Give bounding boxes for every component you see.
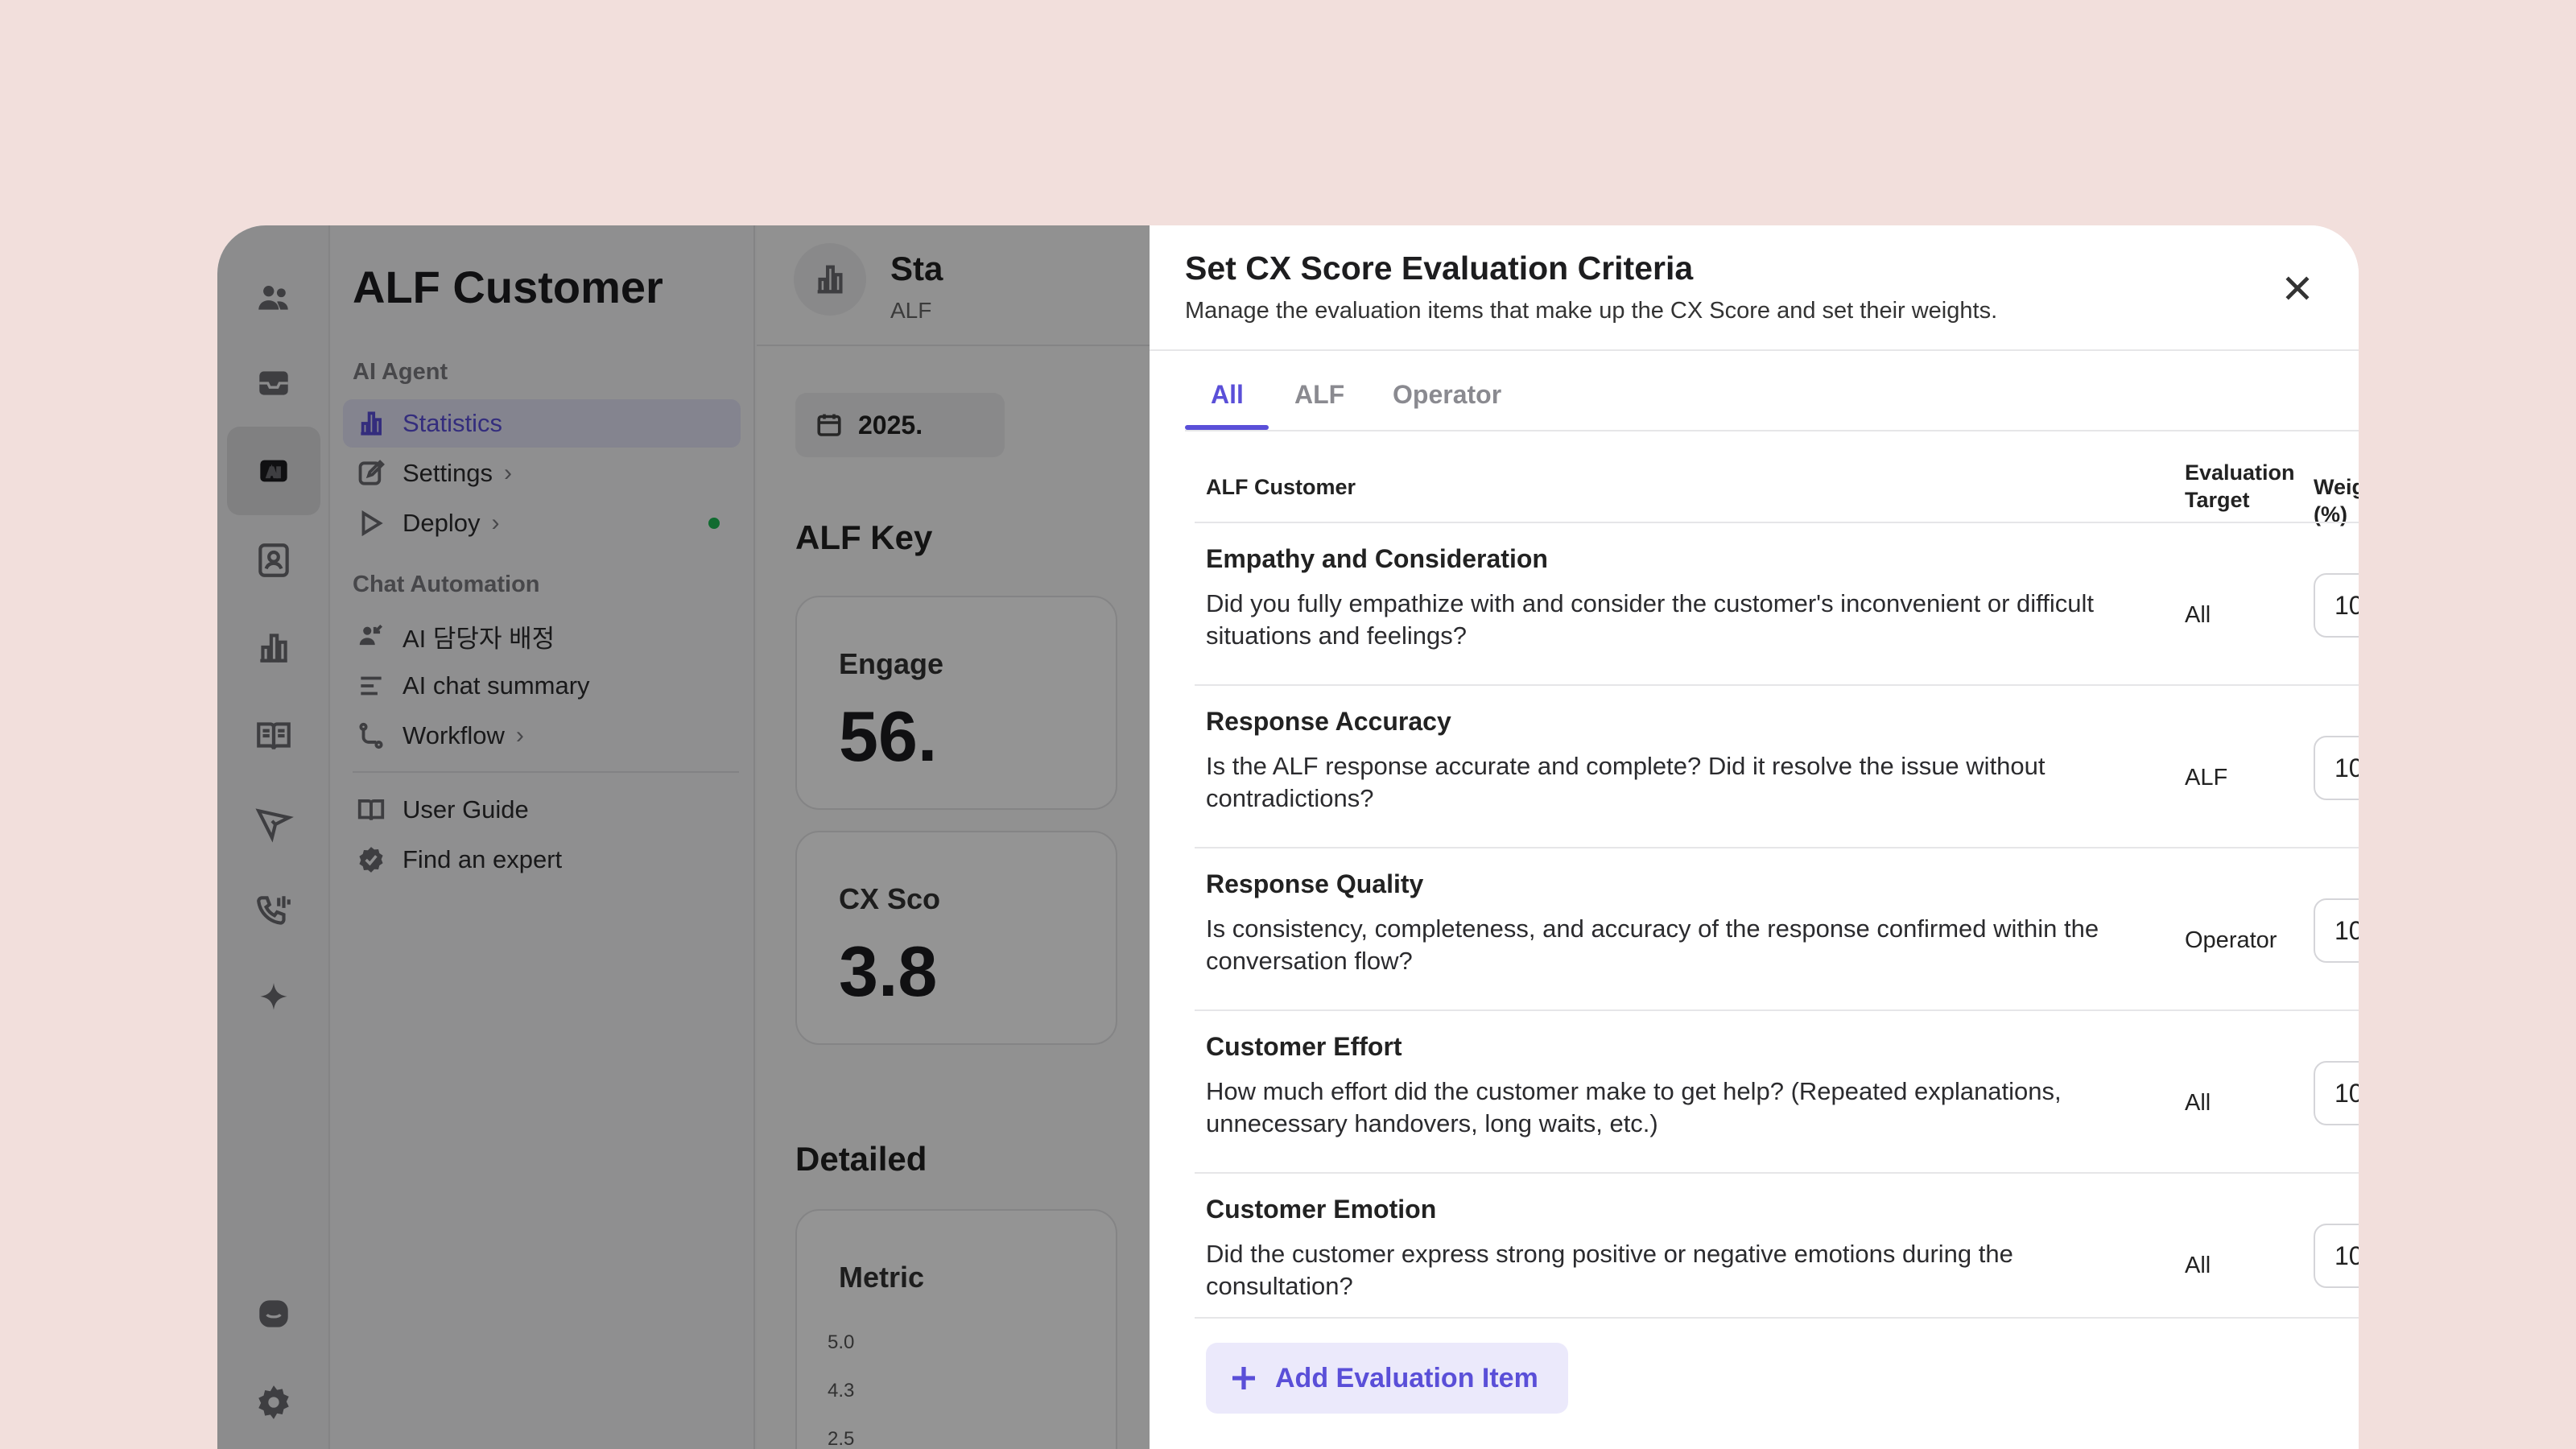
add-button-label: Add Evaluation Item <box>1275 1362 1538 1393</box>
criterion-target: All <box>2185 602 2211 628</box>
table-row: Response Quality Is consistency, complet… <box>1195 848 2359 1009</box>
criterion-description: Is the ALF response accurate and complet… <box>1206 752 2046 812</box>
criterion-description: How much effort did the customer make to… <box>1206 1077 2062 1137</box>
weight-input[interactable] <box>2314 1224 2359 1288</box>
panel-title: Set CX Score Evaluation Criteria <box>1185 250 1694 287</box>
weight-input[interactable] <box>2314 736 2359 800</box>
column-header-target: Evaluation Target <box>2185 459 2295 514</box>
tab-all[interactable]: All <box>1211 380 1244 410</box>
close-icon <box>2285 276 2310 300</box>
panel-subtitle: Manage the evaluation items that make up… <box>1185 298 1998 324</box>
column-header-target-line1: Evaluation <box>2185 460 2295 485</box>
evaluation-criteria-panel: Set CX Score Evaluation Criteria Manage … <box>1150 225 2359 1449</box>
criterion-title: Customer Emotion <box>1206 1195 1437 1224</box>
close-button[interactable] <box>2280 270 2315 306</box>
criterion-description: Did you fully empathize with and conside… <box>1206 589 2094 650</box>
plus-icon <box>1232 1367 1255 1389</box>
app-window: AI ALF Customer AI Agent Statistics Sett… <box>217 225 2359 1449</box>
tab-operator[interactable]: Operator <box>1393 380 1501 410</box>
criterion-target: All <box>2185 1253 2211 1278</box>
criterion-description: Is consistency, completeness, and accura… <box>1206 914 2099 975</box>
add-evaluation-item-button[interactable]: Add Evaluation Item <box>1206 1343 1568 1414</box>
tab-alf[interactable]: ALF <box>1294 380 1344 410</box>
criterion-target: Operator <box>2185 927 2277 953</box>
column-header-target-line2: Target <box>2185 488 2250 512</box>
table-row: Customer Effort How much effort did the … <box>1195 1011 2359 1172</box>
criterion-target: All <box>2185 1090 2211 1116</box>
criterion-target: ALF <box>2185 765 2228 791</box>
column-header-name: ALF Customer <box>1206 475 1356 499</box>
modal-overlay[interactable] <box>217 225 1151 1449</box>
weight-input[interactable] <box>2314 573 2359 638</box>
column-header-weight: Weight (%) <box>2314 475 2359 526</box>
table-divider <box>1195 1317 2359 1319</box>
active-tab-indicator <box>1185 425 1269 430</box>
tab-bar: All ALF Operator <box>1185 351 2359 431</box>
table-row: Empathy and Consideration Did you fully … <box>1195 523 2359 684</box>
criterion-title: Response Accuracy <box>1206 707 1451 736</box>
criterion-description: Did the customer express strong positive… <box>1206 1240 2013 1300</box>
table-row: Response Accuracy Is the ALF response ac… <box>1195 686 2359 847</box>
weight-input[interactable] <box>2314 898 2359 963</box>
weight-input[interactable] <box>2314 1061 2359 1125</box>
criterion-title: Response Quality <box>1206 869 1424 898</box>
table-row: Customer Emotion Did the customer expres… <box>1195 1174 2359 1335</box>
criterion-title: Empathy and Consideration <box>1206 544 1548 573</box>
criterion-title: Customer Effort <box>1206 1032 1402 1061</box>
